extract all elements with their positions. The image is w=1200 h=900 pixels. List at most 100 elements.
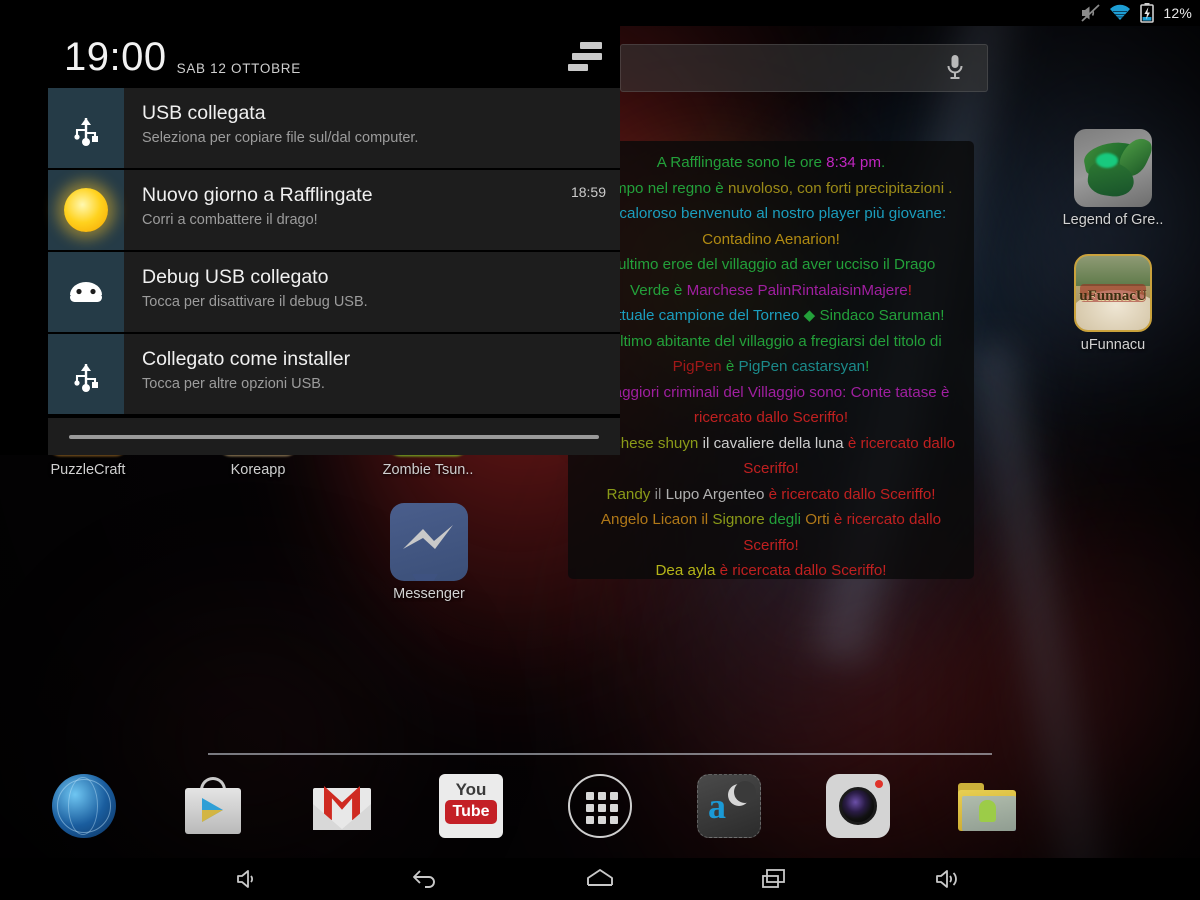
app-ufunnacu[interactable]: uFunnacU uFunnacu — [1053, 254, 1173, 353]
battery-charging-icon — [1140, 3, 1155, 23]
chat-segment: Dea ayla — [655, 562, 716, 579]
chat-segment: è ricercato dallo Sceriffo! — [764, 485, 936, 503]
chat-segment: Randy — [606, 485, 651, 503]
chat-line: Marchese shuyn il cavaliere della luna è… — [578, 431, 964, 457]
dock: You Tube a — [0, 770, 1200, 848]
chat-line: Sceriffo! — [578, 533, 964, 559]
chat-segment: 8:34 pm — [826, 154, 882, 171]
nav-home[interactable] — [555, 858, 645, 900]
app-legend-of-greed[interactable]: Legend of Gre.. — [1053, 129, 1173, 228]
status-bar: 12% — [0, 0, 1200, 26]
notification-icon-sun-icon — [48, 170, 124, 250]
search-bar[interactable] — [620, 44, 988, 92]
app-label-ufunnacu: uFunnacu — [1080, 337, 1146, 353]
chat-segment: il — [650, 485, 666, 503]
chat-line: PigPen è PigPen castarsyan! — [578, 354, 964, 380]
dock-play-store[interactable] — [181, 774, 245, 838]
chat-segment: ◆ — [803, 307, 816, 324]
battery-percent-label: 12% — [1163, 5, 1192, 21]
navigation-bar — [0, 858, 1200, 900]
clock-time: 19:00 — [64, 35, 167, 79]
chat-segment: Angelo Licaon il — [600, 511, 713, 528]
notification-title: Collegato come installer — [142, 348, 351, 370]
dock-gmail[interactable] — [310, 774, 374, 838]
notification-item[interactable]: USB collegata Seleziona per copiare file … — [48, 88, 620, 170]
dock-camera[interactable] — [826, 774, 890, 838]
chat-line: Il tempo nel regno è nuvoloso, con forti… — [578, 176, 964, 202]
shade-drag-handle[interactable] — [69, 434, 599, 439]
notification-body: Debug USB collegato Tocca per disattivare… — [124, 252, 620, 332]
chat-segment: Lupo Argenteo — [665, 485, 765, 503]
recents-icon — [762, 869, 785, 888]
chat-line: Verde è Marchese PalinRintalaisinMajere! — [578, 278, 964, 304]
nav-volume-up[interactable] — [904, 858, 994, 900]
youtube-icon-line2: Tube — [445, 800, 497, 824]
volume-down-icon — [237, 870, 254, 888]
app-messenger[interactable]: Messenger — [369, 503, 489, 602]
notification-title: Debug USB collegato — [142, 266, 329, 288]
chat-line: L'attuale campione del Torneo ◆ Sindaco … — [578, 303, 964, 329]
app-label-koreapp: Koreapp — [230, 462, 286, 478]
chat-line: I maggiori criminali del Villaggio sono:… — [578, 380, 964, 406]
notification-list: USB collegata Seleziona per copiare file … — [48, 88, 620, 416]
youtube-icon-line1: You — [455, 780, 487, 799]
dock-browser[interactable] — [52, 774, 116, 838]
chat-segment: è ricercata dallo Sceriffo! — [715, 562, 887, 579]
notification-item[interactable]: Nuovo giorno a Rafflingate Corri a combat… — [48, 170, 620, 252]
home-icon — [587, 869, 613, 886]
notification-item[interactable]: Collegato come installer Tocca per altre … — [48, 334, 620, 416]
chat-segment: è — [721, 358, 739, 375]
chat-segment: è ricercato dallo — [829, 511, 942, 528]
chat-segment: Sceriffo! — [743, 536, 799, 554]
chat-segment: PigPen castarsyan — [738, 358, 866, 375]
shade-header: 19:00 SAB 12 OTTOBRE — [0, 26, 620, 88]
chat-segment: PigPen — [672, 358, 722, 375]
clock-date: SAB 12 OTTOBRE — [176, 61, 301, 76]
chat-segment: ! — [865, 358, 870, 375]
notification-subtitle: Corri a combattere il drago! — [142, 212, 318, 228]
notification-icon-android-debug-icon — [48, 252, 124, 332]
notification-body: USB collegata Seleziona per copiare file … — [124, 88, 620, 168]
chat-segment: L'ultimo eroe del villaggio ad aver ucci… — [606, 256, 936, 273]
wifi-icon — [1109, 4, 1131, 22]
notification-subtitle: Tocca per disattivare il debug USB. — [142, 294, 368, 310]
microphone-icon[interactable] — [945, 53, 965, 83]
messenger-icon — [390, 503, 468, 581]
food-icon-text: uFunnacU — [1079, 288, 1147, 304]
notification-title: USB collegata — [142, 102, 266, 124]
dock-app-drawer[interactable] — [568, 774, 632, 838]
notification-body: Collegato come installer Tocca per altre … — [124, 334, 620, 414]
chat-segment: L'attuale campione del Torneo — [597, 307, 804, 324]
dragon-icon — [1074, 129, 1152, 207]
notification-shade: 19:00 SAB 12 OTTOBRE USB collegata Selezi… — [0, 0, 620, 455]
game-chat-panel: A Rafflingate sono le ore 8:34 pm. Il tem… — [568, 141, 974, 579]
notification-title: Nuovo giorno a Rafflingate — [142, 184, 373, 206]
chat-line: L'ultimo abitante del villaggio a fregia… — [578, 329, 964, 355]
chat-segment: . — [881, 154, 886, 171]
chat-line: A Rafflingate sono le ore 8:34 pm. — [578, 150, 964, 176]
chat-line: Angelo Licaon il Signore degli Orti è ri… — [578, 507, 964, 533]
chat-line: L'ultimo eroe del villaggio ad aver ucci… — [578, 252, 964, 278]
chat-line: ricercato dallo Sceriffo! — [578, 405, 964, 431]
nav-back[interactable] — [381, 858, 471, 900]
chat-segment: Signore — [712, 511, 765, 528]
chat-segment: ! — [907, 281, 912, 299]
chat-segment: Un caloroso benvenuto al nostro player p… — [595, 205, 947, 222]
chat-segment: è ricercato dallo — [847, 434, 956, 452]
shade-drag-handle-row[interactable] — [48, 418, 620, 455]
back-arrow-icon — [413, 870, 435, 888]
nav-volume-down[interactable] — [203, 858, 293, 900]
volume-up-icon — [936, 870, 957, 888]
chat-segment: Orti — [805, 511, 830, 528]
chat-segment: I maggiori criminali del Villaggio sono:… — [592, 383, 950, 401]
dock-file-manager[interactable] — [955, 774, 1019, 838]
app-label-puzzlecraft: PuzzleCraft — [50, 462, 126, 478]
dock-youtube[interactable]: You Tube — [439, 774, 503, 838]
notification-item[interactable]: Debug USB collegato Tocca per disattivare… — [48, 252, 620, 334]
dock-a-app[interactable]: a — [697, 774, 761, 838]
chat-segment: Verde è — [630, 281, 687, 299]
notification-icon-usb-icon — [48, 88, 124, 168]
nav-recents[interactable] — [729, 858, 819, 900]
chat-line: Randy il Lupo Argenteo è ricercato dallo… — [578, 482, 964, 508]
settings-sliders-icon[interactable] — [568, 42, 602, 72]
